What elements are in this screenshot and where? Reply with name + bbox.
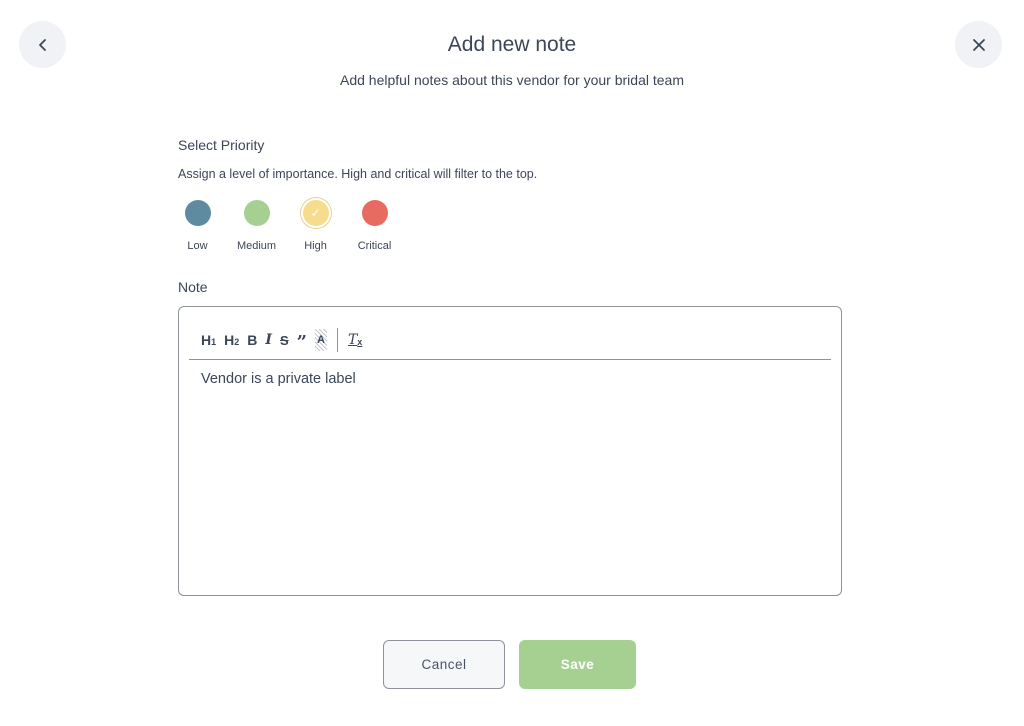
check-icon: ✓ bbox=[310, 206, 321, 220]
priority-option-medium[interactable]: Medium bbox=[227, 200, 286, 252]
save-button[interactable]: Save bbox=[519, 640, 636, 689]
priority-dot-critical[interactable] bbox=[361, 200, 388, 226]
priority-option-high[interactable]: ✓ High bbox=[286, 200, 345, 252]
priority-dot-medium[interactable] bbox=[243, 200, 270, 226]
italic-icon: I bbox=[265, 332, 272, 348]
priority-option-critical[interactable]: Critical bbox=[345, 200, 404, 252]
clear-format-sub: x bbox=[357, 337, 363, 347]
priority-heading: Select Priority bbox=[178, 137, 265, 153]
priority-label-low: Low bbox=[187, 240, 208, 252]
priority-label-medium: Medium bbox=[236, 240, 277, 252]
clear-format-button[interactable]: Tx bbox=[348, 329, 362, 351]
quote-icon: ” bbox=[296, 332, 307, 353]
highlight-icon: A bbox=[317, 334, 325, 346]
priority-dot-low[interactable] bbox=[184, 200, 211, 226]
note-editor[interactable]: H1 H2 B I S ” A Tx Vendor is a private l… bbox=[178, 306, 842, 596]
priority-option-low[interactable]: Low bbox=[168, 200, 227, 252]
heading-1-icon: H bbox=[201, 332, 212, 348]
clear-format-icon: T bbox=[347, 332, 358, 348]
priority-label-high: High bbox=[304, 240, 327, 252]
priority-selector: Low Medium ✓ High Critical bbox=[168, 200, 404, 252]
heading-2-icon: H bbox=[224, 332, 235, 348]
strikethrough-button[interactable]: S bbox=[280, 329, 289, 351]
note-content[interactable]: Vendor is a private label bbox=[201, 371, 819, 387]
add-note-dialog: Add new note Add helpful notes about thi… bbox=[0, 0, 1024, 726]
cancel-button[interactable]: Cancel bbox=[383, 640, 505, 689]
heading-2-sub: 2 bbox=[234, 337, 240, 347]
highlight-button[interactable]: A bbox=[315, 329, 327, 351]
blockquote-button[interactable]: ” bbox=[297, 332, 307, 354]
page-subtitle: Add helpful notes about this vendor for … bbox=[340, 72, 684, 88]
bold-icon: B bbox=[247, 332, 258, 348]
strikethrough-icon: S bbox=[279, 332, 289, 348]
note-heading: Note bbox=[178, 279, 208, 295]
bold-button[interactable]: B bbox=[247, 329, 257, 351]
heading-1-button[interactable]: H1 bbox=[201, 329, 216, 351]
priority-help-text: Assign a level of importance. High and c… bbox=[178, 167, 538, 181]
editor-toolbar: H1 H2 B I S ” A Tx bbox=[189, 321, 831, 360]
page-title: Add new note bbox=[447, 33, 577, 56]
close-button[interactable] bbox=[955, 21, 1002, 68]
italic-button[interactable]: I bbox=[265, 329, 272, 351]
heading-2-button[interactable]: H2 bbox=[224, 329, 239, 351]
priority-label-critical: Critical bbox=[357, 240, 392, 252]
heading-1-sub: 1 bbox=[211, 337, 217, 347]
toolbar-divider bbox=[336, 328, 338, 352]
priority-dot-high[interactable]: ✓ bbox=[302, 200, 329, 226]
close-icon bbox=[972, 38, 985, 51]
